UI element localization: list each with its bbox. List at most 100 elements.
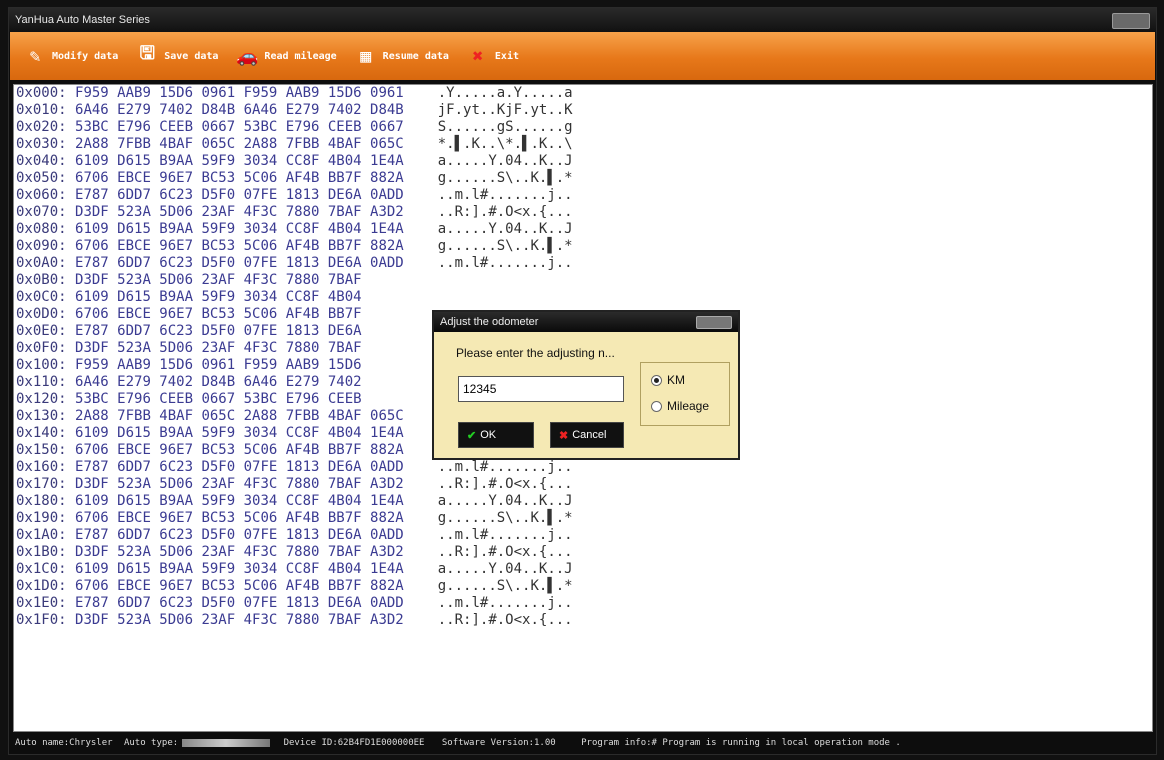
hex-row[interactable]: 0x000: F959 AAB9 15D6 0961 F959 AAB9 15D… (14, 85, 1152, 102)
hex-row[interactable]: 0x1F0: D3DF 523A 5D06 23AF 4F3C 7880 7BA… (14, 612, 1152, 629)
hex-row[interactable]: 0x170: D3DF 523A 5D06 23AF 4F3C 7880 7BA… (14, 476, 1152, 493)
hex-row[interactable]: 0x080: 6109 D615 B9AA 59F9 3034 CC8F 4B0… (14, 221, 1152, 238)
hex-row-bytes[interactable]: 6706 EBCE 96E7 BC53 5C06 AF4B BB7F 882A (75, 170, 404, 186)
hex-row-bytes[interactable]: E787 6DD7 6C23 D5F0 07FE 1813 DE6A 0ADD (75, 255, 404, 271)
chip-icon: ▦ (360, 45, 372, 67)
hex-row-bytes[interactable]: F959 AAB9 15D6 0961 F959 AAB9 15D6 0961 (75, 85, 404, 101)
ok-label: OK (480, 429, 497, 441)
hex-row[interactable]: 0x040: 6109 D615 B9AA 59F9 3034 CC8F 4B0… (14, 153, 1152, 170)
hex-row-bytes[interactable]: E787 6DD7 6C23 D5F0 07FE 1813 DE6A 0ADD (75, 527, 404, 543)
exit-button[interactable]: ✖ Exit (463, 43, 523, 69)
odometer-value-input[interactable] (458, 376, 624, 402)
hex-row[interactable]: 0x090: 6706 EBCE 96E7 BC53 5C06 AF4B BB7… (14, 238, 1152, 255)
hex-row-ascii: ..m.l#.......j.. (437, 595, 573, 611)
hex-row[interactable]: 0x0A0: E787 6DD7 6C23 D5F0 07FE 1813 DE6… (14, 255, 1152, 272)
hex-row-bytes[interactable]: F959 AAB9 15D6 0961 F959 AAB9 15D6 (75, 357, 362, 373)
unit-km-label: KM (667, 373, 685, 387)
hex-row-address: 0x060: (16, 187, 67, 203)
hex-row-bytes[interactable]: 6A46 E279 7402 D84B 6A46 E279 7402 D84B (75, 102, 404, 118)
hex-row-address: 0x1A0: (16, 527, 67, 543)
hex-row-address: 0x190: (16, 510, 67, 526)
dialog-prompt: Please enter the adjusting n... (456, 346, 615, 360)
hex-row-ascii: ..m.l#.......j.. (437, 459, 573, 475)
hex-row-bytes[interactable]: 6109 D615 B9AA 59F9 3034 CC8F 4B04 1E4A (75, 493, 404, 509)
hex-row-ascii: a.....Y.04..K..J (437, 221, 573, 237)
hex-row-bytes[interactable]: D3DF 523A 5D06 23AF 4F3C 7880 7BAF (75, 272, 362, 288)
hex-row-ascii: S......gS......g (437, 119, 573, 135)
hex-row-bytes[interactable]: 6109 D615 B9AA 59F9 3034 CC8F 4B04 1E4A (75, 153, 404, 169)
radio-unselected-icon (651, 400, 662, 412)
hex-row-bytes[interactable]: 53BC E796 CEEB 0667 53BC E796 CEEB (75, 391, 362, 407)
status-device-id: Device ID:62B4FD1E000000EE (283, 738, 425, 748)
window-controls[interactable] (1112, 13, 1150, 29)
hex-row-ascii: ..R:].#.O<x.{... (437, 204, 573, 220)
hex-row[interactable]: 0x070: D3DF 523A 5D06 23AF 4F3C 7880 7BA… (14, 204, 1152, 221)
hex-row-bytes[interactable]: 6A46 E279 7402 D84B 6A46 E279 7402 (75, 374, 362, 390)
read-mileage-button[interactable]: 🚗 Read mileage (232, 43, 340, 69)
hex-row-bytes[interactable]: 6109 D615 B9AA 59F9 3034 CC8F 4B04 1E4A (75, 561, 404, 577)
hex-row[interactable]: 0x030: 2A88 7FBB 4BAF 065C 2A88 7FBB 4BA… (14, 136, 1152, 153)
resume-data-button[interactable]: ▦ Resume data (351, 43, 453, 69)
hex-row[interactable]: 0x020: 53BC E796 CEEB 0667 53BC E796 CEE… (14, 119, 1152, 136)
unit-radio-km[interactable]: KM (651, 373, 685, 387)
dialog-title-bar: Adjust the odometer (434, 312, 738, 332)
hex-row-address: 0x0C0: (16, 289, 67, 305)
hex-row-address: 0x130: (16, 408, 67, 424)
hex-row-ascii: *.▌.K..\*.▌.K..\ (437, 136, 573, 152)
hex-row-bytes[interactable]: E787 6DD7 6C23 D5F0 07FE 1813 DE6A (75, 323, 362, 339)
hex-row-bytes[interactable]: D3DF 523A 5D06 23AF 4F3C 7880 7BAF A3D2 (75, 204, 404, 220)
cancel-button[interactable]: ✖ Cancel (550, 422, 624, 448)
hex-row-address: 0x180: (16, 493, 67, 509)
hex-row-bytes[interactable]: 2A88 7FBB 4BAF 065C 2A88 7FBB 4BAF 065C (75, 136, 404, 152)
hex-row[interactable]: 0x0C0: 6109 D615 B9AA 59F9 3034 CC8F 4B0… (14, 289, 1152, 306)
hex-row-bytes[interactable]: D3DF 523A 5D06 23AF 4F3C 7880 7BAF A3D2 (75, 544, 404, 560)
save-data-button[interactable]: 🖫 Save data (132, 43, 222, 69)
hex-row-bytes[interactable]: E787 6DD7 6C23 D5F0 07FE 1813 DE6A 0ADD (75, 595, 404, 611)
hex-row-bytes[interactable]: D3DF 523A 5D06 23AF 4F3C 7880 7BAF A3D2 (75, 612, 404, 628)
hex-row-bytes[interactable]: 6706 EBCE 96E7 BC53 5C06 AF4B BB7F 882A (75, 510, 404, 526)
hex-row[interactable]: 0x1B0: D3DF 523A 5D06 23AF 4F3C 7880 7BA… (14, 544, 1152, 561)
hex-row-bytes[interactable]: 6706 EBCE 96E7 BC53 5C06 AF4B BB7F 882A (75, 578, 404, 594)
close-icon: ✖ (472, 45, 484, 67)
hex-row[interactable]: 0x050: 6706 EBCE 96E7 BC53 5C06 AF4B BB7… (14, 170, 1152, 187)
hex-row-bytes[interactable]: E787 6DD7 6C23 D5F0 07FE 1813 DE6A 0ADD (75, 187, 404, 203)
toolbar: ✎ Modify data 🖫 Save data 🚗 Read mileage… (10, 32, 1155, 80)
hex-row[interactable]: 0x1E0: E787 6DD7 6C23 D5F0 07FE 1813 DE6… (14, 595, 1152, 612)
hex-row-bytes[interactable]: 2A88 7FBB 4BAF 065C 2A88 7FBB 4BAF 065C (75, 408, 404, 424)
hex-row-address: 0x150: (16, 442, 67, 458)
x-icon: ✖ (559, 429, 569, 442)
hex-row[interactable]: 0x190: 6706 EBCE 96E7 BC53 5C06 AF4B BB7… (14, 510, 1152, 527)
hex-row[interactable]: 0x010: 6A46 E279 7402 D84B 6A46 E279 740… (14, 102, 1152, 119)
ok-button[interactable]: ✔ OK (458, 422, 534, 448)
hex-row-address: 0x090: (16, 238, 67, 254)
hex-row-address: 0x140: (16, 425, 67, 441)
hex-row-ascii: g......S\..K.▌.* (437, 170, 573, 186)
title-bar: YanHua Auto Master Series (9, 8, 1156, 32)
hex-row[interactable]: 0x060: E787 6DD7 6C23 D5F0 07FE 1813 DE6… (14, 187, 1152, 204)
hex-row-bytes[interactable]: E787 6DD7 6C23 D5F0 07FE 1813 DE6A 0ADD (75, 459, 404, 475)
hex-row-bytes[interactable]: D3DF 523A 5D06 23AF 4F3C 7880 7BAF A3D2 (75, 476, 404, 492)
unit-radio-mileage[interactable]: Mileage (651, 399, 709, 413)
hex-row-address: 0x0A0: (16, 255, 67, 271)
hex-row-bytes[interactable]: 53BC E796 CEEB 0667 53BC E796 CEEB 0667 (75, 119, 404, 135)
hex-row[interactable]: 0x1C0: 6109 D615 B9AA 59F9 3034 CC8F 4B0… (14, 561, 1152, 578)
hex-row[interactable]: 0x160: E787 6DD7 6C23 D5F0 07FE 1813 DE6… (14, 459, 1152, 476)
hex-row-bytes[interactable]: 6706 EBCE 96E7 BC53 5C06 AF4B BB7F 882A (75, 238, 404, 254)
hex-row-bytes[interactable]: D3DF 523A 5D06 23AF 4F3C 7880 7BAF (75, 340, 362, 356)
pencil-icon: ✎ (29, 45, 41, 67)
hex-row-bytes[interactable]: 6109 D615 B9AA 59F9 3034 CC8F 4B04 1E4A (75, 221, 404, 237)
hex-row-bytes[interactable]: 6706 EBCE 96E7 BC53 5C06 AF4B BB7F (75, 306, 362, 322)
hex-row[interactable]: 0x1A0: E787 6DD7 6C23 D5F0 07FE 1813 DE6… (14, 527, 1152, 544)
hex-row[interactable]: 0x180: 6109 D615 B9AA 59F9 3034 CC8F 4B0… (14, 493, 1152, 510)
hex-row-ascii: ..R:].#.O<x.{... (437, 544, 573, 560)
modify-data-button[interactable]: ✎ Modify data (20, 43, 122, 69)
hex-row-bytes[interactable]: 6109 D615 B9AA 59F9 3034 CC8F 4B04 1E4A (75, 425, 404, 441)
dialog-window-controls[interactable] (696, 316, 732, 329)
status-auto-name: Auto name:Chrysler (15, 738, 113, 748)
save-data-label: Save data (164, 50, 219, 62)
hex-row[interactable]: 0x0B0: D3DF 523A 5D06 23AF 4F3C 7880 7BA… (14, 272, 1152, 289)
hex-row-bytes[interactable]: 6109 D615 B9AA 59F9 3034 CC8F 4B04 (75, 289, 362, 305)
status-software-version: Software Version:1.00 (441, 738, 556, 748)
hex-row[interactable]: 0x1D0: 6706 EBCE 96E7 BC53 5C06 AF4B BB7… (14, 578, 1152, 595)
hex-row-bytes[interactable]: 6706 EBCE 96E7 BC53 5C06 AF4B BB7F 882A (75, 442, 404, 458)
